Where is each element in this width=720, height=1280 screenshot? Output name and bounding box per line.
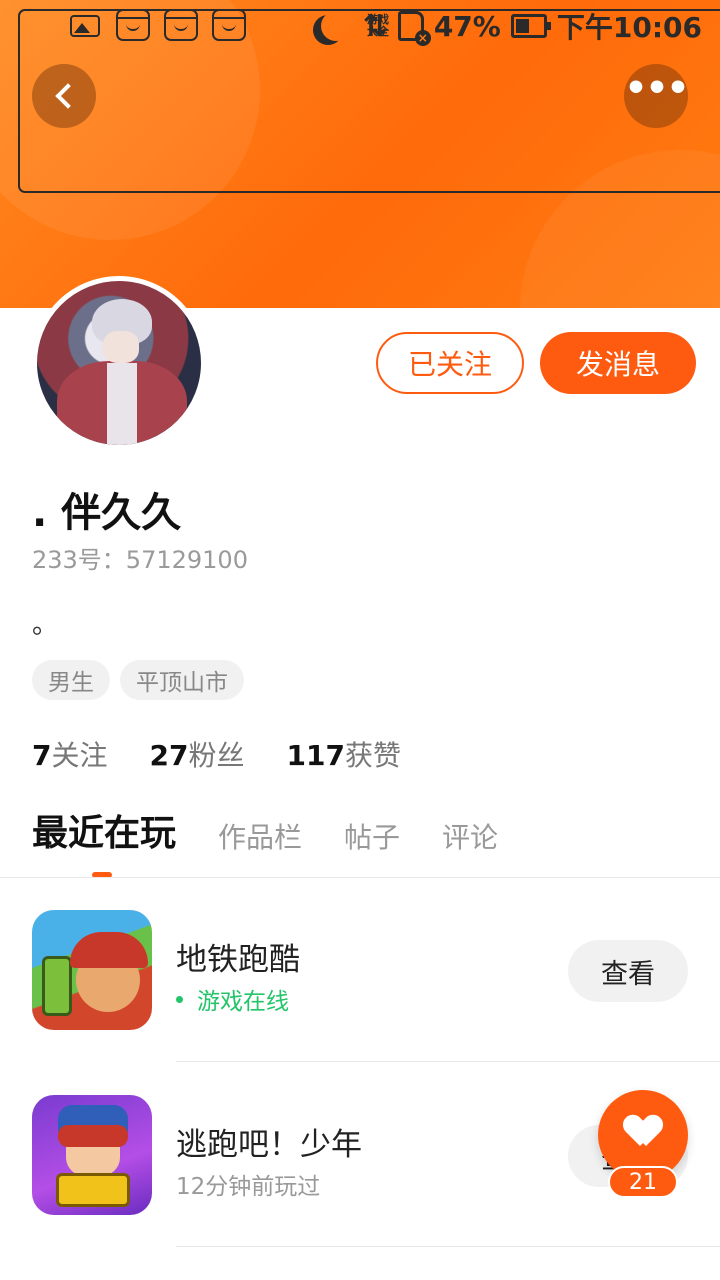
heart-icon bbox=[626, 1116, 660, 1146]
avatar[interactable] bbox=[32, 276, 206, 450]
game-status: 12分钟前玩过 bbox=[176, 1174, 321, 1200]
tab-posts[interactable]: 帖子 bbox=[344, 816, 400, 866]
game-status: 游戏在线 bbox=[176, 982, 289, 1016]
clock: 下午10:06 bbox=[556, 11, 702, 44]
app-notification-icon bbox=[212, 9, 246, 41]
followed-button[interactable]: 已关注 bbox=[376, 332, 524, 394]
battery-percent: 47% bbox=[433, 9, 501, 43]
app-notification-icon bbox=[164, 9, 198, 41]
game-title: 逃跑吧！少年 bbox=[176, 1127, 362, 1163]
list-item[interactable]: 地铁跑酷 游戏在线 查看 bbox=[0, 878, 720, 1062]
user-id: 233号：57129100 bbox=[32, 546, 248, 574]
online-dot-icon bbox=[176, 995, 183, 1003]
tag-gender: 男生 bbox=[32, 660, 110, 700]
send-message-button[interactable]: 发消息 bbox=[540, 332, 696, 394]
divider bbox=[176, 1061, 720, 1062]
do-not-disturb-icon bbox=[321, 11, 351, 41]
wifi-icon: ⇅ bbox=[362, 8, 388, 44]
status-bar: 游戏 大全 ⇅ × 47% 下午10:06 bbox=[0, 0, 720, 193]
sd-card-icon: × bbox=[397, 11, 431, 46]
view-game-button[interactable]: 查看 bbox=[568, 940, 688, 1002]
tab-works[interactable]: 作品栏 bbox=[218, 816, 302, 866]
game-icon-subway-surfers bbox=[32, 910, 152, 1030]
profile-tabs: 最近在玩 作品栏 帖子 评论 bbox=[32, 804, 498, 878]
tab-comments[interactable]: 评论 bbox=[442, 816, 498, 866]
gallery-icon bbox=[68, 9, 102, 41]
user-tags: 男生 平顶山市 bbox=[32, 660, 244, 700]
app-notification-icon bbox=[116, 9, 150, 41]
more-options-button[interactable]: ••• bbox=[624, 64, 690, 128]
tag-city: 平顶山市 bbox=[120, 660, 244, 700]
user-stats: 7关注 27粉丝 117获赞 bbox=[32, 734, 401, 774]
like-count-badge: 21 bbox=[608, 1166, 678, 1198]
back-button[interactable] bbox=[32, 64, 96, 128]
battery-icon bbox=[510, 14, 551, 38]
game-icon-escape bbox=[32, 1095, 152, 1215]
more-horizontal-icon: ••• bbox=[624, 68, 689, 109]
game-title: 地铁跑酷 bbox=[176, 942, 300, 978]
stat-following[interactable]: 7关注 bbox=[32, 734, 108, 774]
user-name: . 伴久久 bbox=[32, 490, 182, 536]
user-bio: 。 bbox=[32, 610, 59, 640]
stat-likes: 117获赞 bbox=[286, 739, 401, 772]
stat-followers[interactable]: 27粉丝 bbox=[150, 734, 245, 774]
divider bbox=[176, 1246, 720, 1247]
tab-recently-played[interactable]: 最近在玩 bbox=[32, 804, 176, 878]
chevron-left-icon bbox=[55, 83, 81, 109]
